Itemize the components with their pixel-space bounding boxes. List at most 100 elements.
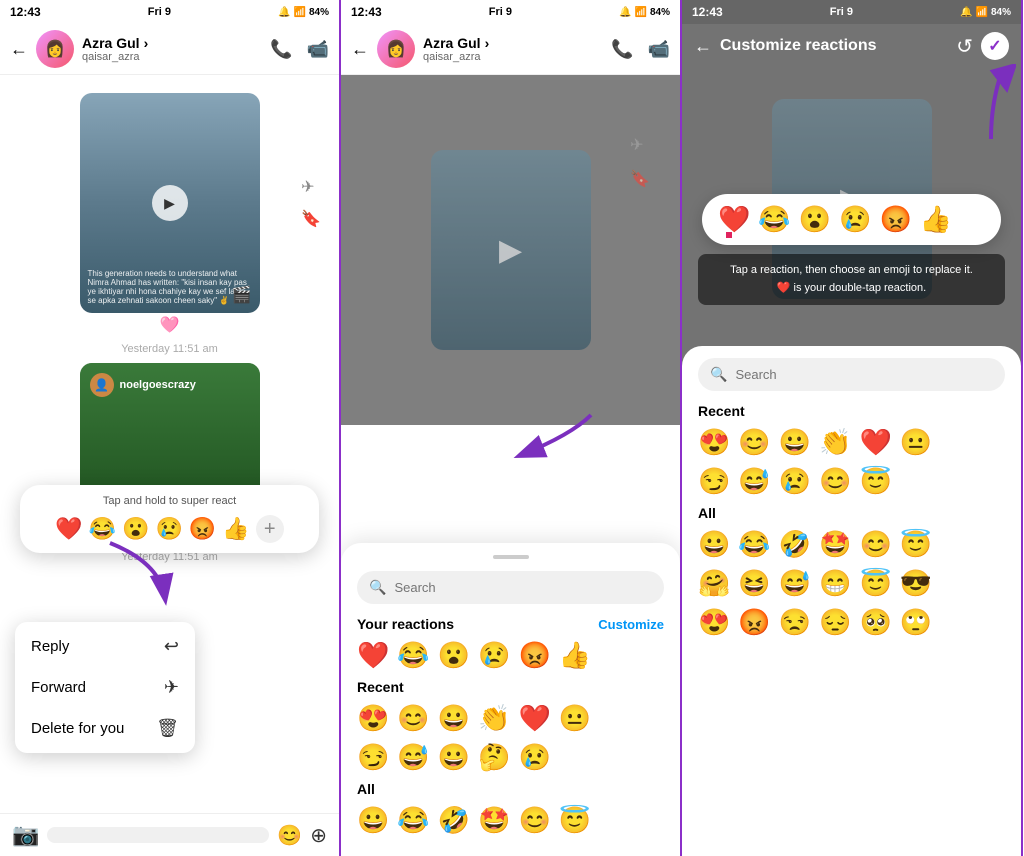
your-react-3[interactable]: 😢 [478, 640, 510, 671]
back-button-3[interactable]: ← [694, 36, 712, 57]
your-react-0[interactable]: ❤️ [357, 640, 389, 671]
p3-all-13[interactable]: 😡 [738, 607, 770, 638]
p3-recent-8[interactable]: 😢 [779, 466, 811, 497]
arrow-3 [966, 64, 1016, 144]
react-laugh[interactable]: 😂 [89, 516, 116, 542]
react-angry[interactable]: 😡 [189, 516, 216, 542]
p3-all-16[interactable]: 🥺 [860, 607, 892, 638]
add-reaction-button[interactable]: + [256, 515, 284, 543]
all-4[interactable]: 😊 [519, 805, 551, 836]
react-bar-3[interactable]: 😢 [839, 204, 871, 235]
p3-recent-2[interactable]: 😀 [779, 427, 811, 458]
p3-recent-1[interactable]: 😊 [738, 427, 770, 458]
search-bar-2[interactable]: 🔍 [357, 571, 664, 604]
all-3[interactable]: 🤩 [478, 805, 510, 836]
wifi-icon-3: 📶 [976, 7, 988, 18]
recent-3[interactable]: 👏 [478, 703, 510, 734]
camera-button-1[interactable]: 📷 [12, 822, 39, 848]
recent-8[interactable]: 😀 [438, 742, 470, 773]
trash-icon: 🗑 [156, 718, 179, 739]
video-icon-1[interactable]: 📹 [307, 39, 329, 60]
p3-all-4[interactable]: 😊 [860, 529, 892, 560]
all-5[interactable]: 😇 [559, 805, 591, 836]
all-2[interactable]: 🤣 [438, 805, 470, 836]
video-icon-2[interactable]: 📹 [648, 39, 670, 60]
reset-icon[interactable]: ↺ [956, 34, 973, 59]
back-button-2[interactable]: ← [351, 39, 369, 60]
p3-all-8[interactable]: 😅 [779, 568, 811, 599]
p3-recent-7[interactable]: 😅 [738, 466, 770, 497]
p3-recent-4[interactable]: ❤️ [860, 427, 892, 458]
p3-all-9[interactable]: 😁 [819, 568, 851, 599]
recent-2[interactable]: 😀 [438, 703, 470, 734]
customize-link[interactable]: Customize [598, 617, 664, 632]
sticker-button-1[interactable]: 😊 [277, 823, 302, 848]
your-react-2[interactable]: 😮 [438, 640, 470, 671]
forward-item[interactable]: Forward ✈ [15, 667, 195, 708]
play-button-1[interactable]: ▶ [152, 185, 188, 221]
phone-icon-2[interactable]: 📞 [611, 39, 633, 60]
p3-all-11[interactable]: 😎 [900, 568, 932, 599]
all-1[interactable]: 😂 [397, 805, 429, 836]
back-button-1[interactable]: ← [10, 39, 28, 60]
all-0[interactable]: 😀 [357, 805, 389, 836]
p3-all-10[interactable]: 😇 [860, 568, 892, 599]
react-bar-0[interactable]: ❤️ [718, 204, 750, 235]
p3-all-7[interactable]: 😆 [738, 568, 770, 599]
bookmark-icon[interactable]: 🔖 [301, 209, 321, 229]
status-icons-2: 🔔 📶 84% [619, 7, 670, 18]
p3-all-0[interactable]: 😀 [698, 529, 730, 560]
search-input-2[interactable] [394, 580, 652, 595]
confirm-button[interactable]: ✓ [981, 32, 1009, 60]
recent-5[interactable]: 😐 [559, 703, 591, 734]
plus-button-1[interactable]: ⊕ [310, 823, 327, 848]
emoji-drawer-2: 🔍 Your reactions Customize ❤️ 😂 😮 😢 😡 👍 … [341, 543, 680, 856]
msg-icons-1: ✈ 🔖 [301, 177, 321, 229]
p3-recent-6[interactable]: 😏 [698, 466, 730, 497]
p3-recent-0[interactable]: 😍 [698, 427, 730, 458]
p3-all-2[interactable]: 🤣 [779, 529, 811, 560]
recent-4[interactable]: ❤️ [519, 703, 551, 734]
react-cry[interactable]: 😢 [156, 516, 183, 542]
p3-recent-5[interactable]: 😐 [900, 427, 932, 458]
p3-recent-3[interactable]: 👏 [819, 427, 851, 458]
p3-all-1[interactable]: 😂 [738, 529, 770, 560]
phone-icon-1[interactable]: 📞 [270, 39, 292, 60]
forward-icon[interactable]: ✈ [301, 177, 321, 197]
your-react-1[interactable]: 😂 [397, 640, 429, 671]
recent-9[interactable]: 🤔 [478, 742, 510, 773]
react-thumbs[interactable]: 👍 [222, 516, 249, 542]
video-card-1: ▶ This generation needs to understand wh… [80, 93, 260, 313]
your-react-4[interactable]: 😡 [519, 640, 551, 671]
heart-symbol: ❤️ [777, 282, 791, 294]
your-react-5[interactable]: 👍 [559, 640, 591, 671]
p3-all-17[interactable]: 🙄 [900, 607, 932, 638]
recent-10[interactable]: 😢 [519, 742, 551, 773]
p3-recent-10[interactable]: 😇 [860, 466, 892, 497]
p3-recent-9[interactable]: 😊 [819, 466, 851, 497]
p3-all-6[interactable]: 🤗 [698, 568, 730, 599]
p3-all-15[interactable]: 😔 [819, 607, 851, 638]
name-area-1: Azra Gul › qaisar_azra [82, 35, 262, 63]
delete-item[interactable]: Delete for you 🗑 [15, 708, 195, 749]
search-bar-3[interactable]: 🔍 [698, 358, 1005, 391]
react-bar-2[interactable]: 😮 [799, 204, 831, 235]
react-bar-5[interactable]: 👍 [920, 204, 952, 235]
battery-icon-3: 84% [991, 7, 1011, 18]
recent-1[interactable]: 😊 [397, 703, 429, 734]
p3-all-5[interactable]: 😇 [900, 529, 932, 560]
recent-0[interactable]: 😍 [357, 703, 389, 734]
react-heart[interactable]: ❤️ [55, 516, 82, 542]
search-input-3[interactable] [735, 367, 993, 382]
p3-all-3[interactable]: 🤩 [819, 529, 851, 560]
p3-all-12[interactable]: 😍 [698, 607, 730, 638]
react-bar-1[interactable]: 😂 [758, 204, 790, 235]
p3-all-14[interactable]: 😒 [779, 607, 811, 638]
recent-7[interactable]: 😅 [397, 742, 429, 773]
reply-item[interactable]: Reply ↩ [15, 626, 195, 667]
message-input-1[interactable] [47, 827, 269, 843]
reaction-bar-3: ❤️ 😂 😮 😢 😡 👍 [702, 194, 1001, 245]
react-bar-4[interactable]: 😡 [880, 204, 912, 235]
recent-6[interactable]: 😏 [357, 742, 389, 773]
react-wow[interactable]: 😮 [122, 516, 149, 542]
